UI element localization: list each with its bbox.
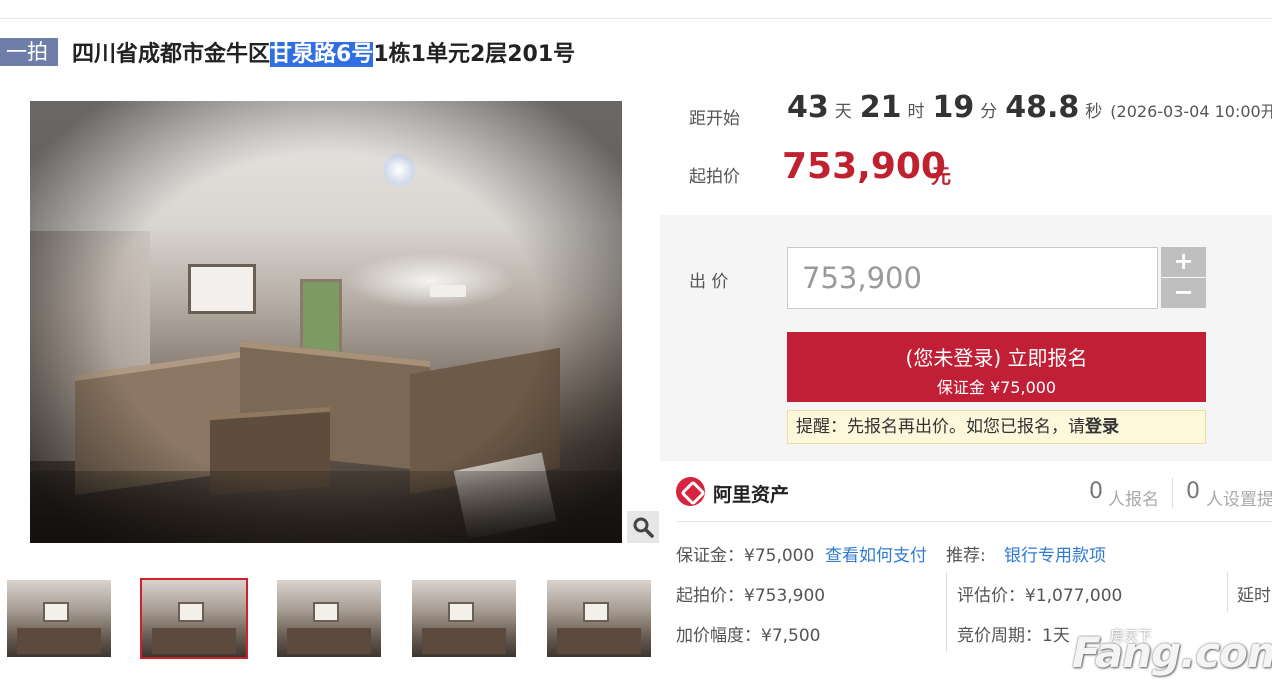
zoom-button[interactable] xyxy=(627,511,659,543)
title-suffix: 1栋1单元2层201号 xyxy=(373,42,576,67)
thumb-window xyxy=(43,602,69,622)
thumb-window xyxy=(448,602,474,622)
thumb-window xyxy=(178,602,204,622)
countdown-days: 43 xyxy=(787,90,829,125)
delay-info: 延时 xyxy=(1237,586,1271,606)
appraisal-info: 评估价：¥1,077,000 xyxy=(957,586,1123,606)
thumbnail-1[interactable] xyxy=(7,580,111,657)
bid-increase-button[interactable]: + xyxy=(1161,247,1206,277)
starting-price-unit: 元 xyxy=(931,164,951,188)
page-title: 四川省成都市金牛区甘泉路6号1栋1单元2层201号 xyxy=(72,36,575,68)
photo-vignette xyxy=(30,101,622,543)
countdown-timer: 43 天 21 时 19 分 48.8 秒 (2026-03-04 10:00开… xyxy=(787,90,1272,134)
increment-info: 加价幅度：¥7,500 xyxy=(676,626,821,646)
how-to-pay-link[interactable]: 查看如何支付 xyxy=(825,541,927,566)
thumbnail-strip xyxy=(0,575,660,665)
bank-account-link[interactable]: 银行专用款项 xyxy=(1004,541,1106,566)
bid-cycle-info: 竞价周期：1天 xyxy=(957,626,1070,646)
register-deposit-label: 保证金 ¥75,000 xyxy=(936,378,1057,397)
auction-round-tag: 一拍 xyxy=(0,38,58,66)
thumbnail-3[interactable] xyxy=(277,580,381,657)
starting-price-value: 753,900 xyxy=(782,146,946,187)
register-button-label: (您未登录) 立即报名 xyxy=(905,346,1088,370)
ali-asset-logo-icon xyxy=(676,477,705,506)
bid-decrease-button[interactable]: − xyxy=(1161,278,1206,308)
thumb-clutter xyxy=(422,628,506,654)
magnifier-icon xyxy=(633,517,654,538)
reminder-text: 提醒：先报名再出价。如您已报名，请 xyxy=(796,417,1085,437)
thumb-clutter xyxy=(152,628,236,654)
countdown-label: 距开始 xyxy=(689,109,740,129)
auction-start-time: (2026-03-04 10:00开拍) xyxy=(1110,102,1272,121)
top-divider xyxy=(0,18,1272,19)
bid-label: 出 价 xyxy=(689,272,729,292)
platform-name: 阿里资产 xyxy=(713,484,790,506)
fang-watermark: Fang.com xyxy=(1072,628,1272,677)
countdown-days-unit: 天 xyxy=(834,102,852,122)
title-highlight: 甘泉路6号 xyxy=(270,42,374,67)
thumb-window xyxy=(583,602,609,622)
thumb-clutter xyxy=(287,628,371,654)
reminder-count: 0 xyxy=(1186,479,1200,504)
countdown-hours: 21 xyxy=(859,90,902,125)
bid-amount-input[interactable]: 753,900 xyxy=(787,247,1158,309)
details-divider xyxy=(676,521,1272,522)
register-button[interactable]: (您未登录) 立即报名 保证金 ¥75,000 xyxy=(787,332,1206,402)
countdown-minutes-unit: 分 xyxy=(980,102,998,122)
countdown-seconds: 48.8 xyxy=(1005,90,1080,125)
thumb-window xyxy=(313,602,339,622)
registered-label: 人报名 xyxy=(1108,490,1159,510)
login-reminder: 提醒：先报名再出价。如您已报名，请登录 xyxy=(787,410,1206,444)
countdown-hours-unit: 时 xyxy=(907,102,925,122)
starting-price-label: 起拍价 xyxy=(689,167,740,187)
reminder-label: 人设置提 xyxy=(1206,490,1272,510)
countdown-minutes: 19 xyxy=(932,90,975,125)
registered-count: 0 xyxy=(1089,479,1103,504)
start-price-info: 起拍价：¥753,900 xyxy=(676,586,826,606)
thumbnail-5[interactable] xyxy=(547,580,651,657)
thumb-clutter xyxy=(557,628,641,654)
details-col-divider xyxy=(946,572,947,652)
deposit-info: 保证金：¥75,000 xyxy=(676,546,815,566)
countdown-seconds-unit: 秒 xyxy=(1085,102,1103,122)
main-property-photo[interactable] xyxy=(30,101,622,543)
thumbnail-4[interactable] xyxy=(412,580,516,657)
title-row: 一拍 四川省成都市金牛区甘泉路6号1栋1单元2层201号 xyxy=(0,36,575,68)
stats-divider xyxy=(1172,478,1173,508)
login-link[interactable]: 登录 xyxy=(1085,417,1119,437)
recommend-label: 推荐: xyxy=(946,546,986,566)
title-prefix: 四川省成都市金牛区 xyxy=(72,42,271,67)
details-col-divider xyxy=(1227,572,1228,612)
fang-watermark-sub: 房天下 xyxy=(1110,629,1152,645)
thumb-clutter xyxy=(17,628,101,654)
thumbnail-2-selected[interactable] xyxy=(140,578,248,659)
